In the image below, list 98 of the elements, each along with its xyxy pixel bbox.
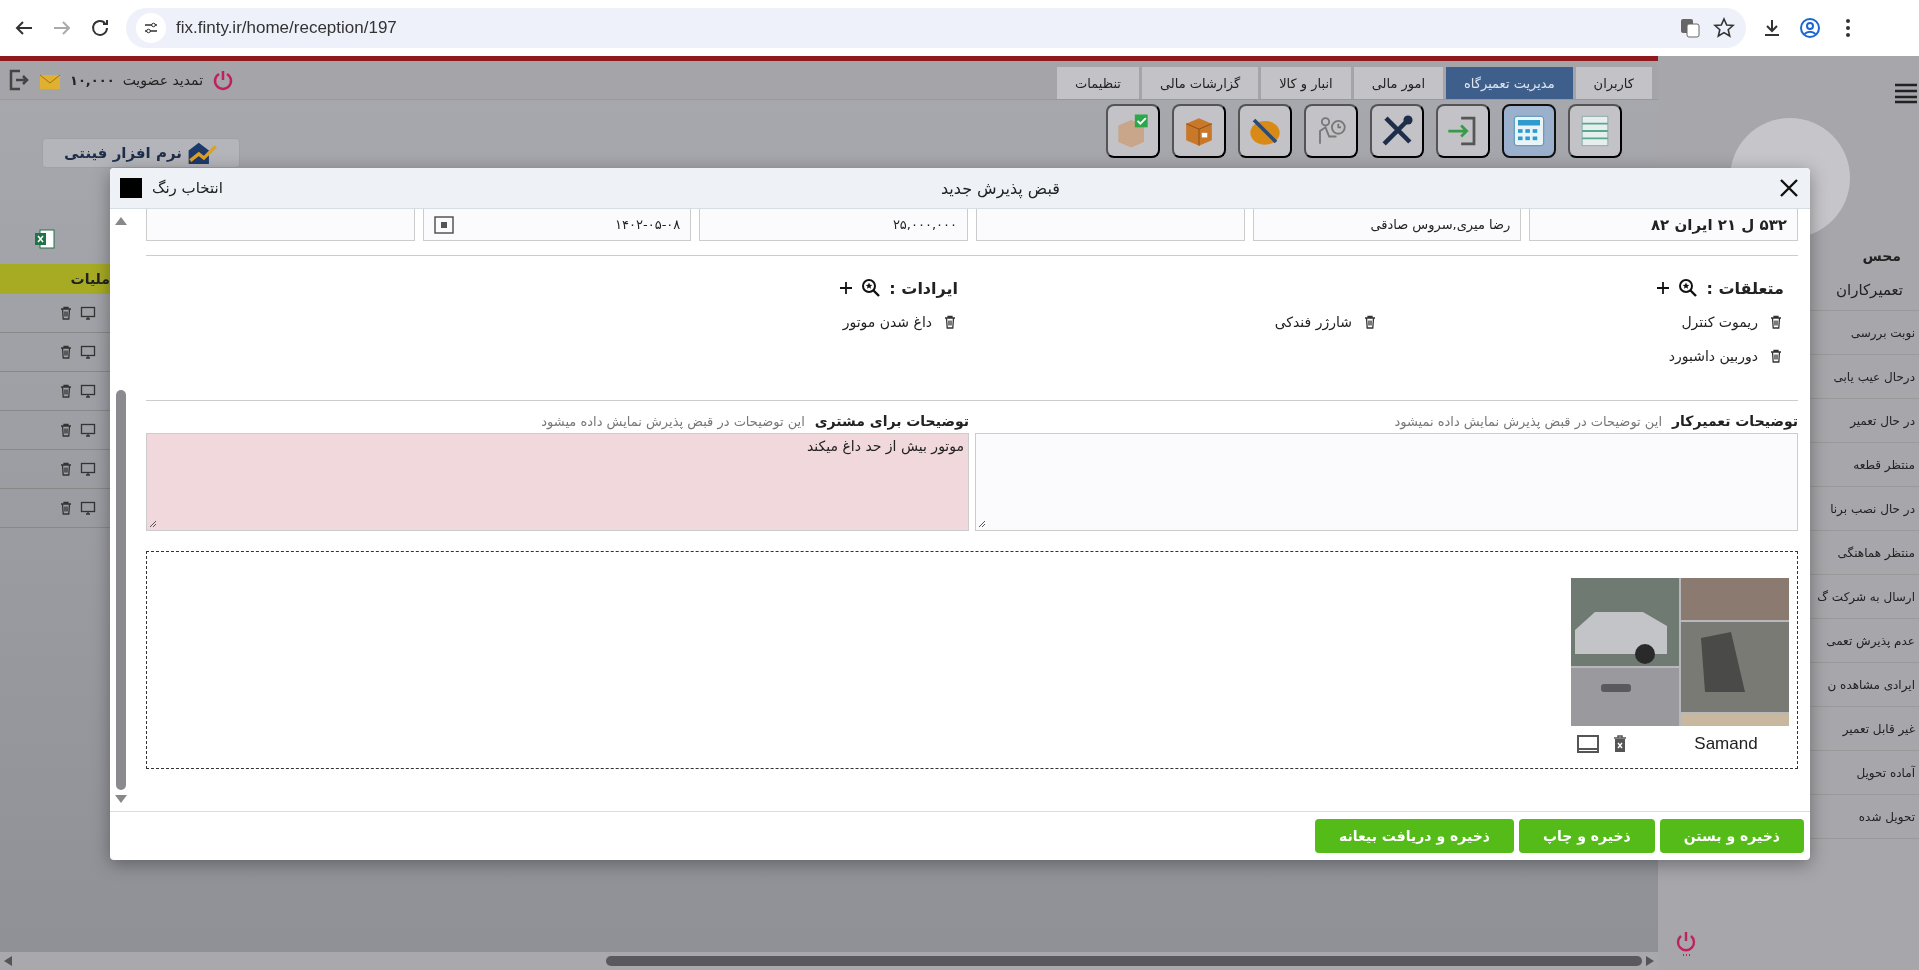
status-menu-item[interactable]: ایرادی مشاهده ن — [1827, 677, 1915, 692]
logo-icon — [187, 142, 218, 164]
menu-icon[interactable] — [1893, 82, 1919, 104]
section-label: متعلقات : — [1706, 278, 1784, 298]
calendar-icon[interactable] — [433, 215, 454, 234]
status-menu-item[interactable]: غیر قابل تعمیر — [1842, 721, 1915, 736]
monitor-icon[interactable] — [80, 305, 96, 321]
scrollbar-thumb[interactable] — [116, 390, 126, 790]
tools-icon — [1381, 115, 1413, 147]
toolbar-button[interactable] — [1370, 104, 1424, 158]
trash-icon[interactable] — [1768, 348, 1784, 364]
color-picker-label[interactable]: انتخاب رنگ — [152, 179, 223, 197]
notes-label: توضیحات برای مشتری — [814, 413, 969, 429]
status-menu-item[interactable]: نوبت بررسی — [1850, 325, 1915, 340]
address-bar[interactable]: fix.finty.ir/home/reception/197 — [126, 8, 1746, 48]
status-menu-item[interactable]: عدم پذیرش تعمی — [1826, 633, 1915, 648]
star-icon[interactable] — [1712, 16, 1736, 40]
box-icon — [1185, 118, 1213, 147]
notes-hint: این توضیحات در قبض پذیرش نمایش داده نمیشود — [1394, 413, 1662, 429]
toolbar-button[interactable] — [1502, 104, 1556, 158]
color-swatch[interactable] — [120, 178, 142, 198]
add-icon[interactable] — [1656, 281, 1671, 295]
close-icon[interactable] — [1778, 177, 1800, 199]
monitor-icon[interactable] — [80, 500, 96, 516]
toolbar-button[interactable] — [1238, 104, 1292, 158]
input-field[interactable] — [976, 209, 1245, 241]
list-item-text: شارژر فندکی — [1274, 314, 1352, 330]
site-settings-icon[interactable] — [143, 20, 159, 36]
resize-grip-icon[interactable] — [978, 520, 986, 528]
toolbar-button[interactable] — [1436, 104, 1490, 158]
logo-text: نرم افزار فینتی — [64, 144, 182, 162]
list-item-text: داغ شدن موتور — [842, 314, 932, 330]
list-item-text: دوربین داشبورد — [1668, 348, 1758, 364]
input-field[interactable]: ۲۵,۰۰۰,۰۰۰ — [699, 209, 968, 241]
notes-hint: این توضیحات در قبض پذیرش نمایش داده میشود — [541, 413, 805, 429]
add-icon[interactable] — [839, 281, 854, 295]
notes-field[interactable] — [975, 433, 1798, 531]
profile-icon[interactable] — [1798, 16, 1822, 40]
credit-amount: ۱۰,۰۰۰ — [70, 72, 115, 88]
plate-field[interactable]: ۵۳۲ ل ۲۱ ایران ۸۲ — [1529, 209, 1798, 241]
calculator-icon — [1513, 115, 1545, 147]
person-clock-icon — [1319, 117, 1346, 145]
trash-icon[interactable] — [1768, 314, 1784, 330]
trash-icon[interactable] — [58, 305, 74, 321]
scroll-down-icon[interactable] — [115, 795, 127, 803]
menu-tab[interactable]: انبار و کالا — [1261, 67, 1351, 99]
box-check-icon — [1118, 114, 1148, 148]
status-menu-item[interactable]: منتظر قطعه — [1853, 457, 1915, 472]
shelves-icon — [1581, 115, 1609, 147]
scroll-right-icon[interactable] — [1646, 956, 1654, 966]
menu-tab[interactable]: مدیریت تعمیرگاه — [1446, 67, 1573, 99]
search-icon[interactable] — [861, 278, 882, 298]
trash-icon[interactable] — [1362, 314, 1378, 330]
scroll-up-icon[interactable] — [115, 217, 127, 225]
monitor-icon[interactable] — [80, 344, 96, 360]
menu-tab[interactable]: گزارشات مالی — [1141, 67, 1259, 99]
toolbar-button[interactable] — [1568, 104, 1622, 158]
notes-field[interactable]: موتور بیش از حد داغ میکند — [146, 433, 969, 531]
url-text: fix.finty.ir/home/reception/197 — [176, 18, 398, 38]
enter-icon — [1446, 116, 1476, 146]
delete-icon[interactable] — [1613, 735, 1627, 753]
status-menu-item[interactable]: آماده تحویل — [1856, 765, 1915, 780]
tablet-icon[interactable] — [1577, 735, 1599, 753]
monitor-icon[interactable] — [80, 461, 96, 477]
notes-label: توضیحات تعمیرکار — [1672, 413, 1798, 429]
toolbar-button[interactable] — [1172, 104, 1226, 158]
list-item-text: ریموت کنترل — [1681, 314, 1758, 330]
logo-card[interactable]: نرم افزار فینتی — [42, 138, 240, 168]
image-caption: Samand — [1693, 734, 1759, 754]
status-menu-item[interactable]: ارسال به شرکت گ — [1817, 589, 1915, 604]
status-menu-item[interactable]: منتظر هماهنگی — [1837, 545, 1915, 560]
image-drop-area[interactable]: Samand — [146, 551, 1798, 769]
menu-tab[interactable]: تنظیمات — [1057, 67, 1139, 99]
scrollbar-thumb[interactable] — [605, 956, 1643, 966]
scroll-left-icon[interactable] — [4, 956, 12, 966]
user-name: محس — [1862, 248, 1901, 264]
toolbar-button[interactable] — [1304, 104, 1358, 158]
excel-icon[interactable] — [34, 228, 56, 250]
renew-link[interactable]: تمدید عضویت — [122, 72, 204, 88]
monitor-icon[interactable] — [80, 383, 96, 399]
menu-tab[interactable]: امور مالی — [1353, 67, 1444, 99]
status-menu-item[interactable]: تحویل شده — [1858, 809, 1915, 824]
monitor-icon[interactable] — [80, 422, 96, 438]
search-icon[interactable] — [1678, 278, 1699, 298]
toolbar-button[interactable] — [1106, 104, 1160, 158]
resize-grip-icon[interactable] — [149, 520, 157, 528]
input-field[interactable]: رضا میری,سروس صادقی — [1252, 209, 1522, 241]
section-heading: تعمیرکاران — [1835, 281, 1903, 299]
section-label: ایرادات : — [889, 278, 958, 298]
status-menu-item[interactable]: در حال تعمیر — [1850, 413, 1915, 428]
input-field[interactable] — [146, 209, 415, 241]
status-menu-item[interactable]: درحال عیب یابی — [1833, 369, 1915, 384]
trash-icon[interactable] — [942, 314, 958, 330]
table-header: ملیات — [0, 264, 112, 294]
date-field[interactable]: ۱۴۰۲-۰۵-۰۸ — [422, 209, 692, 241]
menu-tab[interactable]: کاربران — [1575, 67, 1652, 99]
dialog-title: قبض پذیرش جدید — [939, 178, 1061, 198]
status-menu-item[interactable]: در حال نصب برنا — [1830, 501, 1915, 516]
